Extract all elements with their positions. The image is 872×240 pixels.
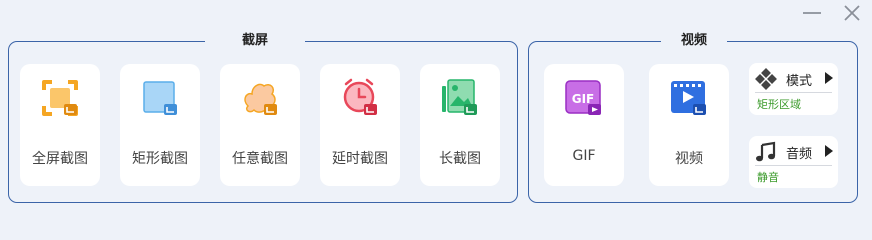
timer-capture-button[interactable]: 延时截图 — [320, 64, 400, 186]
audio-label: 音频 — [786, 147, 813, 162]
mode-arrow-icon[interactable] — [824, 71, 834, 85]
audio-selector[interactable]: 音频 静音 — [749, 136, 838, 188]
fullscreen-capture-icon — [40, 76, 80, 120]
close-button[interactable] — [841, 2, 863, 24]
close-icon — [844, 5, 860, 21]
video-record-icon — [669, 76, 709, 120]
rectangle-capture-icon — [140, 76, 180, 120]
record-group: 视频 GIF GIF 视频 模式 矩形区域 音频 静音 — [528, 32, 858, 203]
timer-capture-label: 延时截图 — [332, 151, 388, 167]
freeform-capture-button[interactable]: 任意截图 — [220, 64, 300, 186]
screenshot-group-title: 截屏 — [205, 32, 305, 50]
video-record-button[interactable]: 视频 — [649, 64, 729, 186]
minimize-button[interactable] — [801, 2, 823, 24]
music-note-icon — [755, 141, 777, 163]
screenshot-group: 截屏 全屏截图 矩形截图 任意截图 延时截图 长截图 — [8, 32, 518, 203]
svg-text:GIF: GIF — [572, 92, 595, 106]
video-record-label: 视频 — [675, 151, 703, 167]
audio-arrow-icon[interactable] — [824, 144, 834, 158]
audio-divider — [755, 165, 832, 166]
mode-divider — [755, 92, 832, 93]
mode-value: 矩形区域 — [757, 98, 801, 111]
mode-selector[interactable]: 模式 矩形区域 — [749, 63, 838, 115]
timer-capture-icon — [340, 76, 380, 120]
scroll-capture-label: 长截图 — [439, 151, 481, 167]
fullscreen-capture-label: 全屏截图 — [32, 151, 88, 167]
mode-label: 模式 — [786, 74, 813, 89]
scroll-capture-button[interactable]: 长截图 — [420, 64, 500, 186]
fullscreen-capture-button[interactable]: 全屏截图 — [20, 64, 100, 186]
gif-record-label: GIF — [572, 148, 596, 164]
audio-value: 静音 — [757, 171, 779, 184]
scroll-capture-icon — [440, 76, 480, 120]
rectangle-capture-button[interactable]: 矩形截图 — [120, 64, 200, 186]
minimize-icon — [803, 12, 821, 14]
gif-record-button[interactable]: GIF GIF — [544, 64, 624, 186]
record-group-title: 视频 — [661, 32, 727, 50]
freeform-capture-label: 任意截图 — [232, 151, 288, 167]
mode-diamonds-icon — [755, 68, 777, 90]
freeform-capture-icon — [240, 76, 280, 120]
rectangle-capture-label: 矩形截图 — [132, 151, 188, 167]
gif-record-icon: GIF — [564, 76, 604, 120]
